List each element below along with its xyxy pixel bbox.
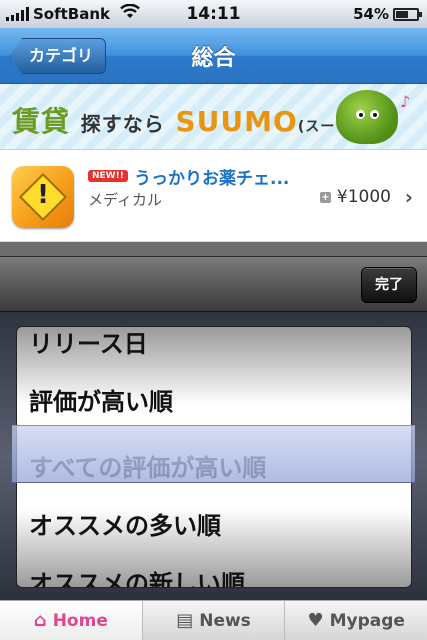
app-price: + ¥1000: [319, 187, 391, 207]
app-icon: !: [12, 166, 74, 228]
picker-option[interactable]: オススメの多い順: [17, 497, 411, 555]
battery-percentage: 54%: [353, 5, 389, 23]
picker-option[interactable]: オススメの新しい順: [17, 555, 411, 587]
tab-mypage[interactable]: ♥ Mypage: [285, 601, 427, 640]
page-title: 総合: [191, 46, 236, 71]
warning-icon: !: [37, 180, 49, 210]
mascot-image: [336, 90, 398, 144]
done-button[interactable]: 完了: [361, 267, 417, 303]
news-icon: ▤: [176, 610, 194, 631]
dimmed-overlay: [0, 242, 427, 256]
tab-news[interactable]: ▤ News: [143, 601, 286, 640]
app-list-item[interactable]: ! NEW!! うっかりお薬チェ... メディカル + ¥1000 ›: [0, 150, 427, 242]
ad-banner[interactable]: 賃貸 探すなら SUUMO(スーモ) ♪: [0, 84, 427, 150]
app-name: うっかりお薬チェ...: [134, 169, 290, 189]
chevron-right-icon: ›: [404, 185, 413, 209]
ad-text: 賃貸 探すなら SUUMO(スーモ): [12, 100, 358, 140]
ad-brand: SUUMO: [175, 105, 298, 138]
picker-option[interactable]: 評価が高い順: [17, 373, 411, 431]
battery-icon: [393, 8, 422, 21]
tab-label: Mypage: [329, 610, 405, 631]
tab-home[interactable]: ⌂ Home: [0, 601, 143, 640]
tab-bar: ⌂ Home ▤ News ♥ Mypage: [0, 600, 427, 640]
tab-label: News: [199, 610, 251, 631]
status-bar: SoftBank 14:11 54%: [0, 0, 427, 28]
tab-label: Home: [52, 610, 108, 631]
picker-option[interactable]: リリース日: [17, 327, 411, 373]
picker-toolbar: 完了: [0, 256, 427, 312]
ad-middle-text: 探すなら: [80, 112, 165, 136]
heart-icon: ♥: [307, 610, 324, 631]
music-note-icon: ♪: [400, 92, 411, 111]
home-icon: ⌂: [33, 610, 47, 631]
navigation-bar: カテゴリ 総合: [0, 28, 427, 84]
ad-kanji: 賃貸: [12, 105, 71, 138]
app-category: メディカル: [88, 191, 162, 209]
app-price-value: ¥1000: [336, 187, 391, 207]
picker-selection-indicator: [12, 425, 415, 483]
new-badge: NEW!!: [88, 170, 128, 182]
plus-icon: +: [319, 191, 331, 203]
